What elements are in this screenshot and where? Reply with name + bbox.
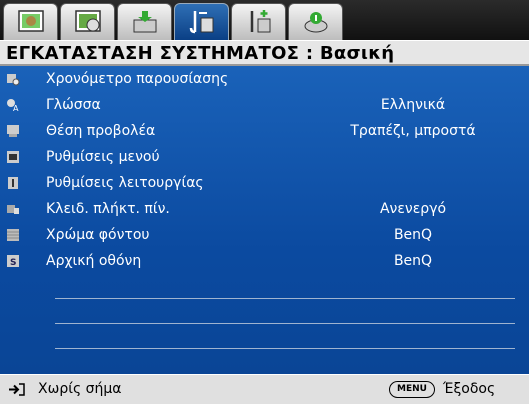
menu-item-presentation-timer[interactable]: Χρονόμετρο παρουσίασης (0, 66, 529, 92)
menu-item-projector-position[interactable]: Θέση προβολέα Τραπέζι, μπροστά (0, 118, 529, 144)
page-title: ΕΓΚΑΤΑΣΤΑΣΗ ΣΥΣΤΗΜΑΤΟΣ : Βασική (0, 40, 529, 66)
operation-settings-icon (8, 177, 18, 189)
splash-screen-icon: S (7, 255, 19, 268)
menu-item-label: Ρυθμίσεις λειτουργίας (46, 175, 204, 191)
system-setup-advanced-tab-icon (250, 10, 270, 33)
menu-item-value: Ελληνικά (380, 97, 446, 113)
menu-item-language[interactable]: A Γλώσσα Ελληνικά (0, 92, 529, 118)
source-status-label: Χωρίς σήμα (38, 381, 122, 397)
menu-item-label: Γλώσσα (46, 97, 101, 113)
exit-label: Έξοδος (443, 381, 496, 397)
svg-text:S: S (10, 258, 16, 268)
menu-item-value: Τραπέζι, μπροστά (350, 123, 476, 139)
display-tab-icon (133, 11, 156, 33)
system-setup-basic-tab-icon (189, 11, 213, 34)
status-bar: Χωρίς σήμα MENU Έξοδος (0, 374, 529, 404)
menu-item-label: Χρονόμετρο παρουσίασης (46, 71, 229, 87)
tab-picture-advanced[interactable] (60, 3, 115, 40)
menu-item-value: Ανενεργό (379, 201, 447, 217)
svg-text:A: A (13, 104, 19, 112)
osd-menu: ΕΓΚΑΤΑΣΤΑΣΗ ΣΥΣΤΗΜΑΤΟΣ : Βασική Χρονόμετ… (0, 0, 529, 404)
language-icon: A (7, 99, 19, 112)
tab-picture[interactable] (3, 3, 58, 40)
menu-item-panel-key-lock[interactable]: Κλειδ. πλήκτ. πίν. Ανενεργό (0, 196, 529, 222)
timer-icon (7, 74, 20, 86)
panel-key-lock-icon (7, 205, 19, 214)
projector-position-icon (7, 125, 19, 137)
menu-item-label: Ρυθμίσεις μενού (46, 149, 160, 165)
tab-system-setup-advanced[interactable] (231, 3, 286, 40)
tab-system-setup-basic[interactable] (174, 3, 229, 40)
menu-item-menu-settings[interactable]: Ρυθμίσεις μενού (0, 144, 529, 170)
menu-button[interactable]: MENU (389, 381, 435, 398)
tab-information[interactable] (288, 3, 343, 40)
menu-item-label: Κλειδ. πλήκτ. πίν. (46, 201, 170, 217)
tab-display[interactable] (117, 3, 172, 40)
empty-row-divider (55, 348, 515, 349)
empty-row-divider (55, 323, 515, 324)
empty-row-divider (55, 298, 515, 299)
menu-item-label: Χρώμα φόντου (46, 227, 150, 243)
picture-tab-icon (17, 10, 44, 32)
information-tab-icon (304, 12, 327, 33)
menu-item-operation-settings[interactable]: Ρυθμίσεις λειτουργίας (0, 170, 529, 196)
menu-item-splash-screen[interactable]: S Αρχική οθόνη BenQ (0, 248, 529, 274)
tab-bar (0, 0, 529, 40)
menu-item-value: BenQ (393, 253, 433, 269)
background-color-icon (7, 229, 19, 241)
menu-settings-icon (7, 151, 19, 163)
menu-item-label: Αρχική οθόνη (46, 253, 142, 269)
menu-list: Χρονόμετρο παρουσίασης A Γλώσσα Ελληνικά… (0, 66, 529, 374)
menu-item-label: Θέση προβολέα (46, 123, 156, 139)
menu-item-background-color[interactable]: Χρώμα φόντου BenQ (0, 222, 529, 248)
menu-item-value: BenQ (393, 227, 433, 243)
picture-advanced-tab-icon (74, 10, 101, 32)
input-source-icon (9, 383, 25, 396)
